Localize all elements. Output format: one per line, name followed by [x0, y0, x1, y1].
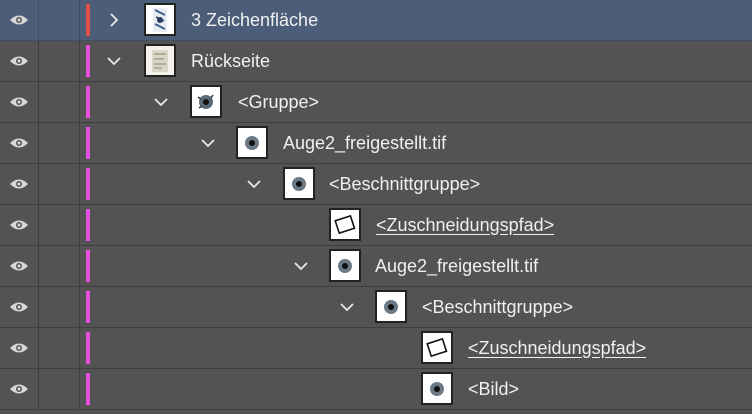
- visibility-toggle[interactable]: [0, 246, 39, 286]
- layer-color-bar: [86, 86, 90, 118]
- layer-row[interactable]: Auge2_freigestellt.tif: [0, 246, 752, 287]
- expand-toggle[interactable]: [291, 246, 311, 286]
- layer-label[interactable]: Rückseite: [191, 41, 270, 81]
- layer-color-bar: [86, 332, 90, 364]
- eye-icon: [10, 343, 28, 353]
- lock-toggle[interactable]: [39, 287, 80, 327]
- lock-toggle[interactable]: [39, 328, 80, 368]
- layer-color-bar: [86, 127, 90, 159]
- eye-icon: [10, 220, 28, 230]
- chevron-down-icon: [247, 180, 261, 189]
- eye-icon: [10, 15, 28, 25]
- layer-color-bar: [86, 291, 90, 323]
- clip-path-thumb: [329, 208, 361, 241]
- chevron-down-icon: [340, 303, 354, 312]
- layer-label[interactable]: <Zuschneidungspfad>: [468, 328, 646, 368]
- eye-icon: [10, 179, 28, 189]
- layer-row[interactable]: <Zuschneidungspfad>: [0, 328, 752, 369]
- layer-color-bar: [86, 45, 90, 77]
- eye-image-thumb: [329, 249, 361, 282]
- eye-icon: [10, 56, 28, 66]
- eye-icon: [10, 384, 28, 394]
- layer-label[interactable]: 3 Zeichenfläche: [191, 0, 318, 40]
- chevron-down-icon: [107, 57, 121, 66]
- eye-image-thumb: [421, 372, 453, 405]
- lock-toggle[interactable]: [39, 0, 80, 40]
- visibility-toggle[interactable]: [0, 0, 39, 40]
- expand-toggle[interactable]: [151, 82, 171, 122]
- layer-row[interactable]: Auge2_freigestellt.tif: [0, 123, 752, 164]
- visibility-toggle[interactable]: [0, 205, 39, 245]
- lock-toggle[interactable]: [39, 369, 80, 409]
- chevron-down-icon: [201, 139, 215, 148]
- layer-row[interactable]: <Beschnittgruppe>: [0, 164, 752, 205]
- visibility-toggle[interactable]: [0, 164, 39, 204]
- expand-toggle[interactable]: [244, 164, 264, 204]
- layer-row[interactable]: <Zuschneidungspfad>: [0, 205, 752, 246]
- layer-color-bar: [86, 373, 90, 405]
- eye-icon: [10, 138, 28, 148]
- layer-color-bar: [86, 4, 90, 36]
- eye-icon: [10, 302, 28, 312]
- layer-row[interactable]: <Bild>: [0, 369, 752, 410]
- layer-label[interactable]: Auge2_freigestellt.tif: [375, 246, 538, 286]
- visibility-toggle[interactable]: [0, 328, 39, 368]
- eye-image-thumb: [190, 85, 222, 118]
- expand-toggle[interactable]: [104, 0, 124, 40]
- layer-label[interactable]: <Beschnittgruppe>: [422, 287, 573, 327]
- layer-label[interactable]: Auge2_freigestellt.tif: [283, 123, 446, 163]
- expand-toggle[interactable]: [198, 123, 218, 163]
- visibility-toggle[interactable]: [0, 82, 39, 122]
- layer-color-bar: [86, 209, 90, 241]
- chevron-down-icon: [294, 262, 308, 271]
- eye-image-thumb: [375, 290, 407, 323]
- layer-label[interactable]: <Gruppe>: [238, 82, 319, 122]
- lock-toggle[interactable]: [39, 164, 80, 204]
- lock-toggle[interactable]: [39, 123, 80, 163]
- eye-image-thumb: [236, 126, 268, 159]
- artboard-thumb: [144, 3, 176, 36]
- lock-toggle[interactable]: [39, 205, 80, 245]
- layer-label[interactable]: <Bild>: [468, 369, 519, 409]
- eye-icon: [10, 97, 28, 107]
- visibility-toggle[interactable]: [0, 123, 39, 163]
- visibility-toggle[interactable]: [0, 369, 39, 409]
- visibility-toggle[interactable]: [0, 287, 39, 327]
- lock-toggle[interactable]: [39, 246, 80, 286]
- layer-row[interactable]: Rückseite: [0, 41, 752, 82]
- layer-label[interactable]: <Zuschneidungspfad>: [376, 205, 554, 245]
- expand-toggle[interactable]: [337, 287, 357, 327]
- layer-color-bar: [86, 168, 90, 200]
- layer-row[interactable]: <Gruppe>: [0, 82, 752, 123]
- lock-toggle[interactable]: [39, 41, 80, 81]
- visibility-toggle[interactable]: [0, 41, 39, 81]
- eye-image-thumb: [283, 167, 315, 200]
- eye-icon: [10, 261, 28, 271]
- chevron-right-icon: [110, 13, 119, 27]
- lock-toggle[interactable]: [39, 82, 80, 122]
- layer-row[interactable]: 3 Zeichenfläche: [0, 0, 752, 41]
- layer-label[interactable]: <Beschnittgruppe>: [329, 164, 480, 204]
- expand-toggle[interactable]: [104, 41, 124, 81]
- chevron-down-icon: [154, 98, 168, 107]
- layer-row[interactable]: <Beschnittgruppe>: [0, 287, 752, 328]
- layer-thumb: [144, 44, 176, 77]
- layers-panel: 3 Zeichenfläche Rückseite <Gruppe> Auge2…: [0, 0, 752, 414]
- layer-color-bar: [86, 250, 90, 282]
- clip-path-thumb: [421, 331, 453, 364]
